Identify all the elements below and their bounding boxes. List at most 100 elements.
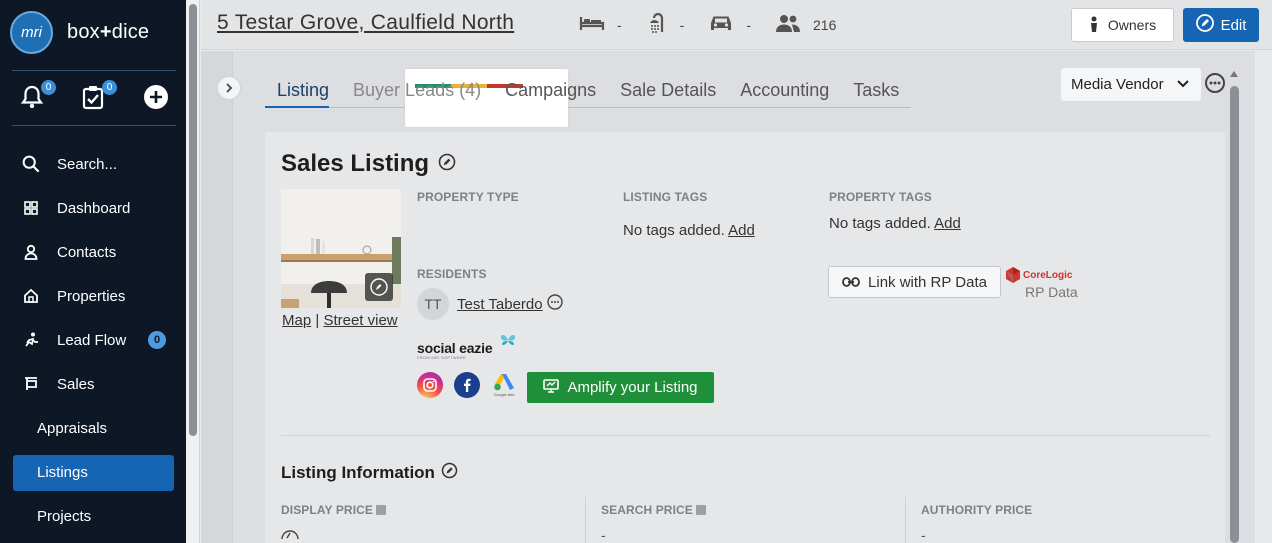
sidebar-nav: Search... Dashboard Contacts Properties … bbox=[0, 142, 186, 538]
more-options-icon[interactable] bbox=[1205, 73, 1225, 93]
column-separator bbox=[905, 497, 906, 543]
search-price-label: SEARCH PRICE bbox=[601, 503, 706, 517]
tasks-icon[interactable]: 0 bbox=[81, 80, 117, 110]
sidebar-item-lead-flow[interactable]: Lead Flow 0 bbox=[0, 318, 186, 362]
tab-listing[interactable]: Listing bbox=[265, 73, 341, 108]
listing-tags-empty: No tags added. bbox=[623, 222, 725, 239]
main-scrollbar[interactable] bbox=[1227, 69, 1241, 543]
resident-row: TT Test Taberdo bbox=[417, 288, 563, 320]
tab-accounting[interactable]: Accounting bbox=[728, 73, 841, 107]
bathrooms-value: - bbox=[679, 16, 685, 33]
edit-price-icon bbox=[281, 530, 299, 540]
sidebar-item-label: Contacts bbox=[57, 243, 117, 261]
sidebar-item-label: Appraisals bbox=[37, 419, 108, 437]
edit-info-icon[interactable] bbox=[435, 462, 458, 484]
instagram-icon[interactable] bbox=[417, 372, 443, 398]
tab-sale-details[interactable]: Sale Details bbox=[608, 73, 728, 107]
authority-price-field: AUTHORITY PRICE - bbox=[921, 503, 1032, 543]
sidebar-item-properties[interactable]: Properties bbox=[0, 274, 186, 318]
sidebar-scrollbar[interactable] bbox=[186, 0, 200, 543]
sidebar-item-label: Lead Flow bbox=[57, 331, 127, 349]
sidebar-item-label: Listings bbox=[37, 463, 88, 481]
main-scroll-thumb[interactable] bbox=[1230, 86, 1239, 543]
media-vendor-select[interactable]: Media Vendor bbox=[1061, 68, 1201, 101]
sidebar-divider bbox=[12, 125, 176, 126]
property-type-label: PROPERTY TYPE bbox=[417, 190, 519, 204]
mri-logo: mri bbox=[10, 10, 53, 54]
comment-icon bbox=[695, 505, 706, 515]
tab-tasks[interactable]: Tasks bbox=[841, 73, 911, 107]
sidebar-item-search[interactable]: Search... bbox=[0, 142, 186, 186]
sidebar-item-appraisals[interactable]: Appraisals bbox=[0, 406, 186, 450]
car-icon bbox=[708, 13, 746, 36]
rp-button-label: Link with RP Data bbox=[868, 273, 987, 291]
sidebar-item-contacts[interactable]: Contacts bbox=[0, 230, 186, 274]
sidebar-item-dashboard[interactable]: Dashboard bbox=[0, 186, 186, 230]
tab-buyer-leads[interactable]: Buyer Leads (4) bbox=[341, 73, 493, 107]
shower-icon bbox=[646, 12, 680, 37]
home-icon bbox=[22, 287, 40, 305]
edit-listing-icon[interactable] bbox=[438, 150, 456, 178]
brand-name: box+dice bbox=[67, 20, 150, 43]
quick-actions: 0 0 bbox=[12, 80, 176, 116]
sidebar-scroll-thumb[interactable] bbox=[189, 4, 197, 436]
corelogic-text: CoreLogic bbox=[1023, 270, 1073, 281]
link-icon bbox=[842, 274, 868, 291]
people-icon bbox=[775, 13, 813, 36]
sidebar-item-sales[interactable]: Sales bbox=[0, 362, 186, 406]
sidebar-item-label: Projects bbox=[37, 507, 92, 525]
main-content: Listing Buyer Leads (4) Campaigns Sale D… bbox=[201, 51, 1255, 543]
brand[interactable]: mri box+dice bbox=[10, 10, 149, 54]
link-rp-data-button[interactable]: Link with RP Data bbox=[828, 266, 1001, 298]
sidebar-item-listings[interactable]: Listings bbox=[0, 450, 186, 494]
amplify-listing-button[interactable]: Amplify your Listing bbox=[527, 372, 714, 403]
add-listing-tag-link[interactable]: Add bbox=[728, 222, 755, 239]
sidebar-divider bbox=[12, 70, 176, 71]
authority-price-label: AUTHORITY PRICE bbox=[921, 503, 1033, 517]
section-divider bbox=[281, 435, 1210, 436]
bell-icon[interactable]: 0 bbox=[20, 80, 56, 110]
contacts-stat[interactable]: 216 bbox=[775, 13, 836, 36]
sidebar-item-projects[interactable]: Projects bbox=[0, 494, 186, 538]
more-options-icon[interactable] bbox=[546, 293, 563, 315]
display-price-value bbox=[281, 527, 386, 543]
display-price-label: DISPLAY PRICE bbox=[281, 503, 386, 517]
owners-button[interactable]: Owners bbox=[1071, 8, 1174, 42]
comment-icon bbox=[376, 505, 386, 515]
map-link[interactable]: Map bbox=[282, 312, 311, 329]
bed-icon bbox=[579, 14, 617, 35]
sidebar: mri box+dice 0 0 Search... Dashboard Con… bbox=[0, 0, 186, 543]
tab-campaigns[interactable]: Campaigns bbox=[493, 73, 608, 107]
scroll-up-arrow[interactable] bbox=[1230, 71, 1238, 77]
add-icon[interactable] bbox=[143, 84, 169, 110]
listing-title-text: Sales Listing bbox=[281, 150, 430, 177]
cars-value: - bbox=[746, 16, 752, 33]
listing-title: Sales Listing bbox=[281, 150, 456, 178]
contacts-count: 216 bbox=[813, 16, 837, 33]
google-ads-icon[interactable]: Google Ads bbox=[491, 372, 517, 398]
facebook-icon[interactable] bbox=[454, 372, 480, 398]
edit-button[interactable]: Edit bbox=[1183, 8, 1259, 42]
property-tags-value: No tags added. Add bbox=[829, 215, 961, 232]
amplify-label: Amplify your Listing bbox=[567, 379, 698, 396]
add-property-tag-link[interactable]: Add bbox=[934, 215, 961, 232]
property-address[interactable]: 5 Testar Grove, Caulfield North bbox=[217, 11, 514, 35]
expand-panel-button[interactable] bbox=[217, 76, 241, 100]
authority-price-value: - bbox=[921, 527, 926, 543]
residents-label: RESIDENTS bbox=[417, 267, 487, 281]
corelogic-logo: CoreLogic RP Data bbox=[1005, 266, 1081, 302]
bedrooms-value: - bbox=[617, 16, 622, 33]
street-view-link[interactable]: Street view bbox=[323, 312, 397, 329]
resident-name-link[interactable]: Test Taberdo bbox=[457, 296, 543, 313]
property-photo[interactable] bbox=[281, 189, 401, 308]
avatar: TT bbox=[417, 288, 449, 320]
bedrooms-stat: - bbox=[579, 14, 622, 35]
person-icon bbox=[22, 243, 40, 261]
presentation-icon bbox=[543, 378, 567, 397]
sidebar-item-label: Search... bbox=[57, 155, 118, 173]
media-vendor-value: Media Vendor bbox=[1071, 76, 1164, 93]
photo-links: Map | Street view bbox=[282, 312, 398, 329]
notifications-badge: 0 bbox=[41, 80, 56, 95]
search-price-field: SEARCH PRICE - bbox=[601, 503, 706, 543]
tasks-badge: 0 bbox=[102, 80, 117, 95]
